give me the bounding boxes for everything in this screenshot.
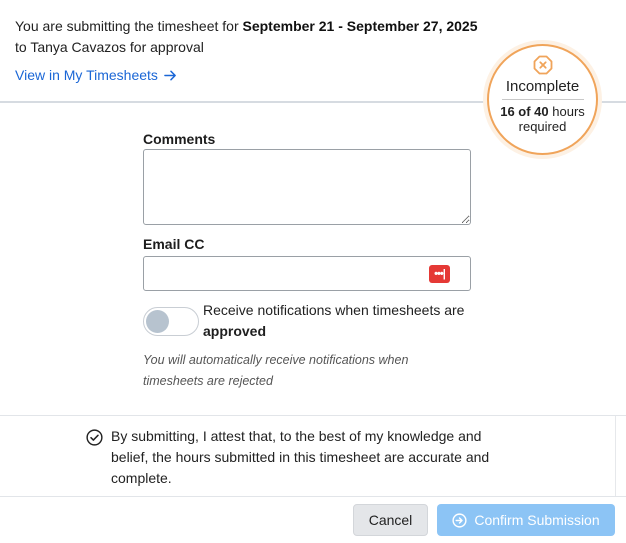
attestation-text: By submitting, I attest that, to the bes… — [111, 428, 490, 486]
intro-prefix: You are submitting the timesheet for — [15, 18, 243, 34]
submission-intro: You are submitting the timesheet for Sep… — [15, 16, 485, 58]
password-manager-icon[interactable]: •••| — [429, 265, 450, 283]
badge-status-text: Incomplete — [501, 78, 584, 100]
arrow-right-icon — [164, 70, 176, 80]
view-in-my-timesheets-link[interactable]: View in My Timesheets — [15, 67, 177, 83]
notifications-toggle-label: Receive notifications when timesheets ar… — [203, 300, 473, 342]
notifications-toggle[interactable] — [143, 307, 199, 336]
confirm-submission-button[interactable]: Confirm Submission — [437, 504, 615, 536]
incomplete-status-badge: Incomplete 16 of 40 hours required — [487, 44, 598, 155]
toggle-text-bold: approved — [203, 323, 267, 339]
cancel-button[interactable]: Cancel — [353, 504, 428, 536]
rejected-notification-note: You will automatically receive notificat… — [143, 353, 409, 388]
scrollbar-track[interactable] — [615, 416, 616, 496]
check-circle-icon — [86, 429, 103, 446]
intro-suffix: to Tanya Cavazos for approval — [15, 39, 204, 55]
view-link-label: View in My Timesheets — [15, 67, 158, 83]
date-range: September 21 - September 27, 2025 — [242, 18, 478, 34]
attestation-section: By submitting, I attest that, to the bes… — [0, 415, 626, 497]
badge-hours-count: 16 of 40 — [500, 104, 549, 119]
email-cc-input[interactable] — [152, 257, 422, 288]
arrow-circle-right-icon — [452, 512, 467, 528]
confirm-submission-label: Confirm Submission — [474, 512, 600, 528]
toggle-text-prefix: Receive notifications when timesheets ar… — [203, 302, 465, 318]
badge-hours-unit: hours — [548, 104, 585, 119]
email-cc-field[interactable]: •••| — [143, 256, 471, 291]
badge-hours-text: 16 of 40 hours required — [500, 104, 585, 134]
comments-textarea[interactable] — [143, 149, 471, 225]
badge-required: required — [518, 119, 567, 134]
octagon-x-icon — [533, 55, 552, 75]
email-cc-label: Email CC — [143, 236, 205, 252]
comments-label: Comments — [143, 131, 216, 147]
toggle-knob — [146, 310, 169, 333]
